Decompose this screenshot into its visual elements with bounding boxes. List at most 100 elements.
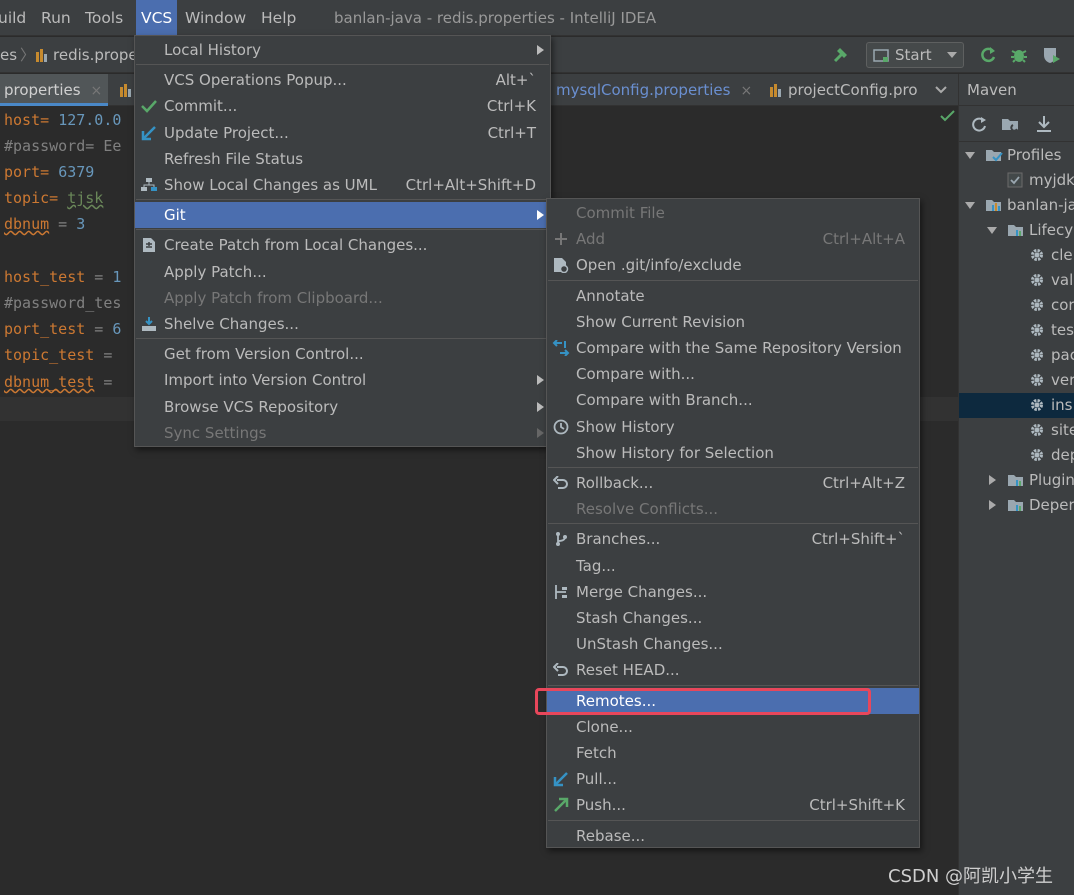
git-menu-item-reset-head[interactable]: Reset HEAD... xyxy=(547,657,919,683)
git-menu-item-compare-with[interactable]: Compare with... xyxy=(547,361,919,387)
git-menu-item-compare-with-branch[interactable]: Compare with Branch... xyxy=(547,387,919,413)
menu-run[interactable]: Run xyxy=(41,0,71,36)
coverage-shield-icon[interactable] xyxy=(1039,43,1063,67)
git-menu-item-unstash-changes[interactable]: UnStash Changes... xyxy=(547,631,919,657)
git-menu-item-show-current-revision[interactable]: Show Current Revision xyxy=(547,309,919,335)
maven-tree-node[interactable]: ver xyxy=(959,368,1074,393)
vcs-menu-item-show-local-changes-as-uml[interactable]: Show Local Changes as UML Ctrl+Alt+Shift+… xyxy=(135,172,550,198)
git-menu-item-push[interactable]: Push... Ctrl+Shift+K xyxy=(547,792,919,818)
menu-item-label: Browse VCS Repository xyxy=(164,397,339,416)
menu-item-label: Apply Patch from Clipboard... xyxy=(164,288,383,307)
maven-tree-node[interactable]: Deper xyxy=(959,493,1074,518)
rerun-icon[interactable] xyxy=(976,43,1000,67)
vcs-menu-item-get-from-version-control[interactable]: Get from Version Control... xyxy=(135,341,550,367)
maven-tree-node[interactable]: ins xyxy=(959,393,1074,418)
maven-tree-node[interactable]: Plugin xyxy=(959,468,1074,493)
maven-tree-node[interactable]: cle xyxy=(959,243,1074,268)
vcs-menu-item-sync-settings[interactable]: Sync Settings xyxy=(135,420,550,446)
breadcrumb-parent[interactable]: es xyxy=(0,37,17,73)
vcs-menu-item-create-patch-from-local-changes[interactable]: Create Patch from Local Changes... xyxy=(135,232,550,258)
maven-tree-node[interactable]: Lifecyc xyxy=(959,218,1074,243)
vcs-menu-item-import-into-version-control[interactable]: Import into Version Control xyxy=(135,367,550,393)
collapse-chevron-icon[interactable] xyxy=(989,500,996,510)
git-menu-item-show-history[interactable]: Show History xyxy=(547,414,919,440)
tab-projectconfig-properties[interactable]: projectConfig.pro xyxy=(768,74,918,106)
vcs-menu-item-apply-patch[interactable]: Apply Patch... xyxy=(135,259,550,285)
menu-item-label: Show History xyxy=(576,417,675,436)
maven-tree-node[interactable]: pac xyxy=(959,343,1074,368)
tab-mysqlconfig-properties[interactable]: mysqlConfig.properties × xyxy=(556,74,752,106)
submenu-arrow-icon xyxy=(537,45,544,55)
expand-chevron-icon[interactable] xyxy=(987,227,997,234)
generate-sources-icon[interactable] xyxy=(1001,115,1021,133)
git-menu-item-resolve-conflicts[interactable]: Resolve Conflicts... xyxy=(547,496,919,522)
vcs-menu-item-update-project[interactable]: Update Project... Ctrl+T xyxy=(135,120,550,146)
vcs-menu-item-vcs-operations-popup[interactable]: VCS Operations Popup... Alt+` xyxy=(135,67,550,93)
code-line: dbnum_test = xyxy=(4,373,113,391)
tab-hidden-file[interactable] xyxy=(118,74,134,106)
reload-icon[interactable] xyxy=(970,115,988,133)
git-menu-item-add[interactable]: Add Ctrl+Alt+A xyxy=(547,226,919,252)
git-menu-item-tag[interactable]: Tag... xyxy=(547,553,919,579)
diff-arrows-icon xyxy=(551,335,571,361)
collapse-chevron-icon[interactable] xyxy=(989,475,996,485)
maven-tree-node[interactable]: Profiles xyxy=(959,143,1074,168)
git-menu-item-commit-file[interactable]: Commit File xyxy=(547,200,919,226)
tab-close-icon[interactable]: × xyxy=(91,83,103,99)
vcs-menu-item-shelve-changes[interactable]: Shelve Changes... xyxy=(135,311,550,337)
menu-item-label: Open .git/info/exclude xyxy=(576,256,742,275)
maven-tree-node[interactable]: dep xyxy=(959,443,1074,468)
vcs-menu-item-git[interactable]: Git xyxy=(135,202,550,229)
git-menu-item-merge-changes[interactable]: Merge Changes... xyxy=(547,579,919,605)
vcs-menu-item-local-history[interactable]: Local History xyxy=(135,37,550,63)
git-menu-item-open-git-info-exclude[interactable]: Open .git/info/exclude xyxy=(547,252,919,278)
maven-tree-node[interactable]: val xyxy=(959,268,1074,293)
tab-close-icon[interactable]: × xyxy=(740,83,752,99)
expand-chevron-icon[interactable] xyxy=(965,152,975,159)
menu-vcs[interactable]: VCS xyxy=(136,0,178,36)
maven-tree-node[interactable]: banlan-ja xyxy=(959,193,1074,218)
vcs-menu-item-refresh-file-status[interactable]: Refresh File Status xyxy=(135,146,550,172)
vcs-menu-item-apply-patch-from-clipboard[interactable]: Apply Patch from Clipboard... xyxy=(135,285,550,311)
git-menu-item-rollback[interactable]: Rollback... Ctrl+Alt+Z xyxy=(547,470,919,496)
git-menu-item-annotate[interactable]: Annotate xyxy=(547,283,919,309)
maven-tree-node[interactable]: cor xyxy=(959,293,1074,318)
download-icon[interactable] xyxy=(1035,114,1053,134)
git-menu-item-fetch[interactable]: Fetch xyxy=(547,740,919,766)
menu-build[interactable]: uild xyxy=(0,0,26,36)
menu-window[interactable]: Window xyxy=(185,0,246,36)
menu-item-label: Update Project... xyxy=(164,123,289,142)
tab-redis-properties[interactable]: properties × xyxy=(0,74,108,106)
maven-tree-node[interactable]: myjdk xyxy=(959,168,1074,193)
maven-tree-label: Lifecyc xyxy=(1029,221,1074,239)
maven-tree-node[interactable]: site xyxy=(959,418,1074,443)
breadcrumb-file[interactable]: redis.prope xyxy=(34,37,138,73)
menu-item-label: VCS Operations Popup... xyxy=(164,71,347,90)
maven-tree-label: Plugin xyxy=(1029,471,1074,489)
breadcrumb-separator-icon: 〉 xyxy=(20,46,36,64)
patch-icon xyxy=(139,232,159,258)
expand-chevron-icon[interactable] xyxy=(965,202,975,209)
git-menu-item-clone[interactable]: Clone... xyxy=(547,714,919,740)
git-menu-item-branches[interactable]: Branches... Ctrl+Shift+` xyxy=(547,526,919,552)
code-line: host_test = 1 xyxy=(4,268,122,286)
menu-help[interactable]: Help xyxy=(261,0,296,36)
breadcrumb-file-label: redis.prope xyxy=(53,46,138,64)
debug-bug-icon[interactable] xyxy=(1007,43,1031,67)
git-menu-item-stash-changes[interactable]: Stash Changes... xyxy=(547,605,919,631)
git-menu-item-compare-with-the-same-repository-version[interactable]: Compare with the Same Repository Version xyxy=(547,335,919,361)
vcs-menu-item-browse-vcs-repository[interactable]: Browse VCS Repository xyxy=(135,394,550,420)
git-menu-item-pull[interactable]: Pull... xyxy=(547,766,919,792)
build-hammer-icon[interactable] xyxy=(829,43,853,67)
vcs-menu-item-commit[interactable]: Commit... Ctrl+K xyxy=(135,93,550,119)
menu-item-label: Compare with Branch... xyxy=(576,391,753,410)
uml-icon xyxy=(139,172,159,198)
maven-tree-node[interactable]: tes xyxy=(959,318,1074,343)
menu-tools[interactable]: Tools xyxy=(85,0,123,36)
run-configuration-select[interactable]: Start xyxy=(866,42,964,68)
git-menu-item-rebase[interactable]: Rebase... xyxy=(547,823,919,849)
git-menu-item-show-history-for-selection[interactable]: Show History for Selection xyxy=(547,440,919,466)
tab-list-chevron-icon[interactable] xyxy=(934,74,948,106)
run-config-icon xyxy=(873,49,889,62)
folder-icon xyxy=(1007,496,1025,521)
